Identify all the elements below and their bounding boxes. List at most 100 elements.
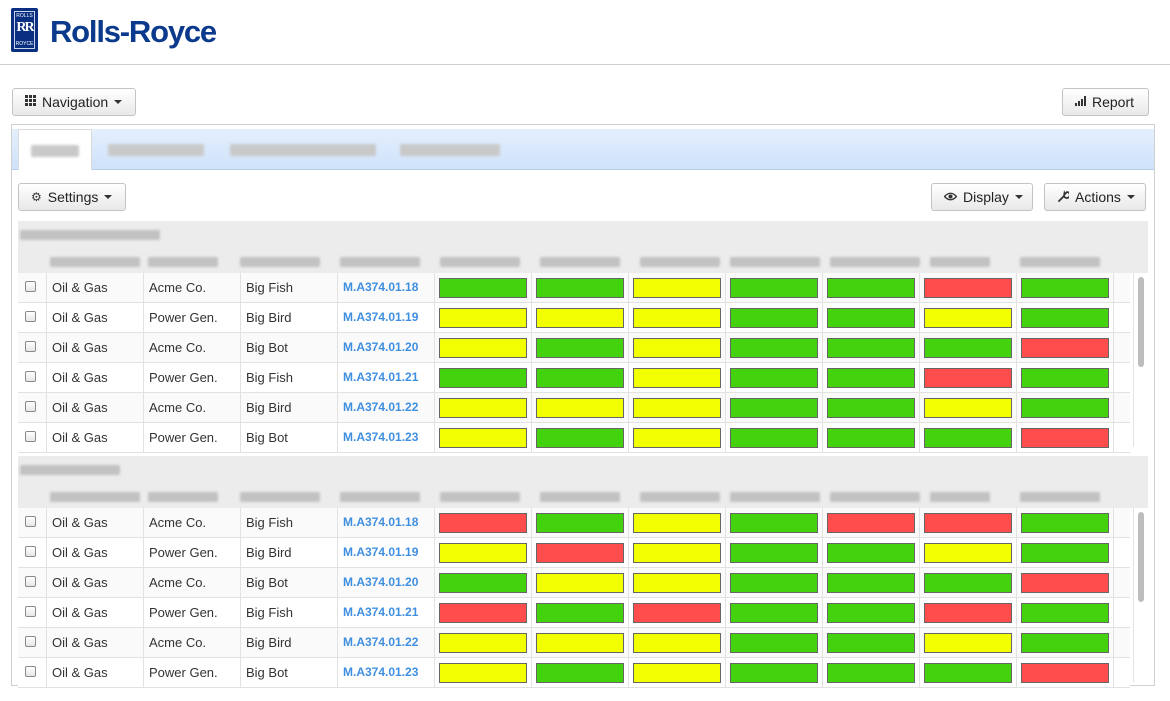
status-indicator-yellow[interactable] (633, 368, 721, 388)
table-row[interactable]: Oil & Gas Acme Co. Big Bird M.A374.01.22 (18, 393, 1130, 423)
code-link[interactable]: M.A374.01.18 (338, 508, 435, 537)
status-indicator-green[interactable] (730, 603, 818, 623)
table-row[interactable]: Oil & Gas Power Gen. Big Fish M.A374.01.21 (18, 363, 1130, 393)
status-indicator-green[interactable] (1021, 278, 1109, 298)
status-indicator-green[interactable] (536, 513, 624, 533)
scrollbar[interactable] (1133, 508, 1148, 682)
row-checkbox[interactable] (25, 666, 36, 677)
status-indicator-yellow[interactable] (536, 398, 624, 418)
status-indicator-red[interactable] (1021, 573, 1109, 593)
status-indicator-green[interactable] (1021, 368, 1109, 388)
display-button[interactable]: Display (931, 183, 1033, 211)
status-indicator-yellow[interactable] (633, 573, 721, 593)
row-checkbox[interactable] (25, 636, 36, 647)
tab-4[interactable] (396, 129, 512, 169)
status-indicator-yellow[interactable] (633, 543, 721, 563)
row-checkbox[interactable] (25, 401, 36, 412)
status-indicator-green[interactable] (730, 338, 818, 358)
status-indicator-red[interactable] (827, 513, 915, 533)
code-link[interactable]: M.A374.01.20 (338, 333, 435, 362)
status-indicator-yellow[interactable] (924, 398, 1012, 418)
code-link[interactable]: M.A374.01.21 (338, 598, 435, 627)
status-indicator-green[interactable] (730, 428, 818, 448)
status-indicator-green[interactable] (1021, 513, 1109, 533)
table-row[interactable]: Oil & Gas Power Gen. Big Bird M.A374.01.19 (18, 303, 1130, 333)
status-indicator-green[interactable] (924, 428, 1012, 448)
status-indicator-green[interactable] (827, 663, 915, 683)
status-indicator-yellow[interactable] (633, 428, 721, 448)
status-indicator-red[interactable] (924, 278, 1012, 298)
status-indicator-yellow[interactable] (633, 338, 721, 358)
code-link[interactable]: M.A374.01.21 (338, 363, 435, 392)
scrollbar-thumb[interactable] (1138, 277, 1144, 367)
row-checkbox[interactable] (25, 546, 36, 557)
status-indicator-green[interactable] (924, 663, 1012, 683)
table-row[interactable]: Oil & Gas Acme Co. Big Bot M.A374.01.20 (18, 568, 1130, 598)
status-indicator-yellow[interactable] (633, 278, 721, 298)
code-link[interactable]: M.A374.01.23 (338, 658, 435, 687)
status-indicator-green[interactable] (536, 663, 624, 683)
table-row[interactable]: Oil & Gas Power Gen. Big Bird M.A374.01.19 (18, 538, 1130, 568)
row-checkbox[interactable] (25, 516, 36, 527)
table-row[interactable]: Oil & Gas Acme Co. Big Bird M.A374.01.22 (18, 628, 1130, 658)
status-indicator-green[interactable] (730, 513, 818, 533)
status-indicator-green[interactable] (1021, 308, 1109, 328)
table-row[interactable]: Oil & Gas Power Gen. Big Fish M.A374.01.21 (18, 598, 1130, 628)
status-indicator-green[interactable] (1021, 603, 1109, 623)
status-indicator-green[interactable] (730, 633, 818, 653)
status-indicator-red[interactable] (924, 603, 1012, 623)
tab-1[interactable] (18, 129, 92, 170)
status-indicator-yellow[interactable] (439, 308, 527, 328)
code-link[interactable]: M.A374.01.19 (338, 303, 435, 332)
table-row[interactable]: Oil & Gas Power Gen. Big Bot M.A374.01.23 (18, 423, 1130, 453)
row-checkbox[interactable] (25, 341, 36, 352)
status-indicator-yellow[interactable] (439, 633, 527, 653)
status-indicator-green[interactable] (536, 368, 624, 388)
row-checkbox[interactable] (25, 371, 36, 382)
table-row[interactable]: Oil & Gas Power Gen. Big Bot M.A374.01.23 (18, 658, 1130, 688)
status-indicator-green[interactable] (439, 278, 527, 298)
scrollbar[interactable] (1133, 273, 1148, 447)
status-indicator-green[interactable] (827, 368, 915, 388)
report-button[interactable]: Report (1062, 88, 1149, 116)
status-indicator-red[interactable] (1021, 663, 1109, 683)
status-indicator-green[interactable] (730, 398, 818, 418)
status-indicator-green[interactable] (536, 278, 624, 298)
status-indicator-green[interactable] (1021, 398, 1109, 418)
status-indicator-green[interactable] (827, 543, 915, 563)
actions-button[interactable]: Actions (1044, 183, 1146, 211)
status-indicator-green[interactable] (536, 338, 624, 358)
tab-2[interactable] (102, 129, 214, 169)
status-indicator-green[interactable] (730, 543, 818, 563)
status-indicator-yellow[interactable] (439, 338, 527, 358)
status-indicator-green[interactable] (827, 603, 915, 623)
status-indicator-green[interactable] (924, 338, 1012, 358)
status-indicator-yellow[interactable] (633, 398, 721, 418)
status-indicator-green[interactable] (924, 573, 1012, 593)
status-indicator-yellow[interactable] (924, 543, 1012, 563)
table-row[interactable]: Oil & Gas Acme Co. Big Fish M.A374.01.18 (18, 508, 1130, 538)
status-indicator-yellow[interactable] (633, 663, 721, 683)
status-indicator-green[interactable] (536, 603, 624, 623)
status-indicator-green[interactable] (827, 428, 915, 448)
status-indicator-green[interactable] (827, 398, 915, 418)
status-indicator-yellow[interactable] (924, 633, 1012, 653)
status-indicator-red[interactable] (1021, 428, 1109, 448)
status-indicator-green[interactable] (827, 338, 915, 358)
navigation-button[interactable]: Navigation (12, 88, 136, 116)
status-indicator-yellow[interactable] (439, 663, 527, 683)
code-link[interactable]: M.A374.01.22 (338, 628, 435, 657)
status-indicator-red[interactable] (924, 368, 1012, 388)
status-indicator-yellow[interactable] (439, 398, 527, 418)
status-indicator-green[interactable] (1021, 633, 1109, 653)
status-indicator-red[interactable] (1021, 338, 1109, 358)
status-indicator-yellow[interactable] (633, 633, 721, 653)
status-indicator-yellow[interactable] (536, 308, 624, 328)
status-indicator-green[interactable] (827, 573, 915, 593)
table-row[interactable]: Oil & Gas Acme Co. Big Fish M.A374.01.18 (18, 273, 1130, 303)
status-indicator-green[interactable] (439, 368, 527, 388)
status-indicator-yellow[interactable] (633, 308, 721, 328)
code-link[interactable]: M.A374.01.20 (338, 568, 435, 597)
status-indicator-yellow[interactable] (536, 573, 624, 593)
table-row[interactable]: Oil & Gas Acme Co. Big Bot M.A374.01.20 (18, 333, 1130, 363)
